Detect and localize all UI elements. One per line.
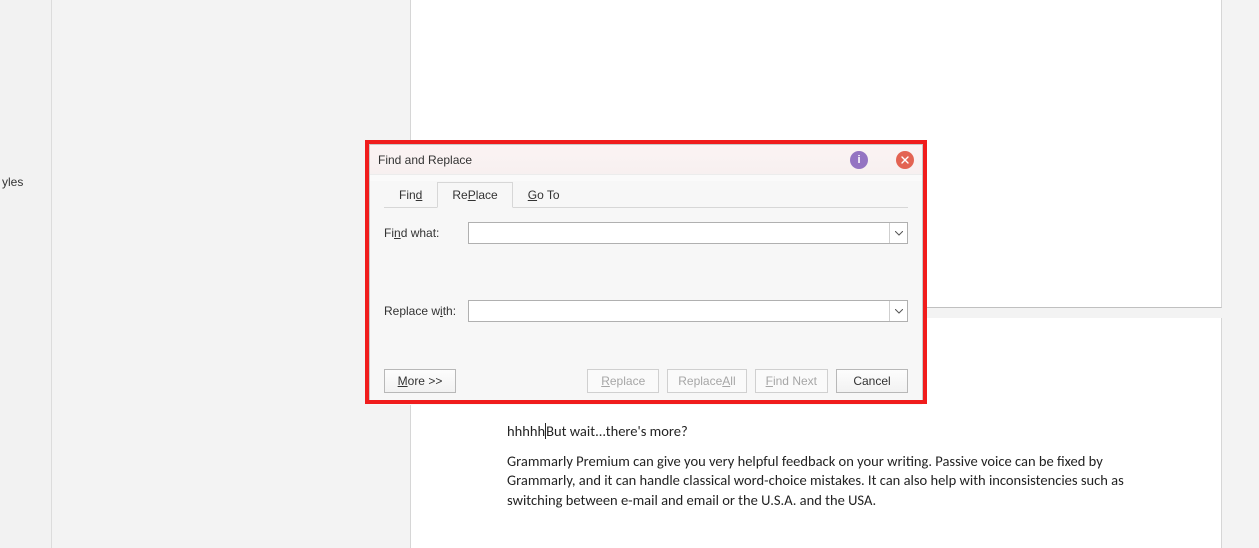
replace-with-label: Replace with: [384, 304, 468, 318]
document-paragraph-2: Grammarly Premium can give you very help… [507, 452, 1125, 511]
find-what-row: Find what: [384, 222, 908, 244]
find-what-label: Find what: [384, 226, 468, 240]
styles-panel-label: yles [2, 10, 49, 189]
dialog-title: Find and Replace [378, 153, 822, 167]
replace-with-combo [468, 300, 908, 322]
text-segment: hhhhh [507, 422, 545, 440]
document-line-1: hhhhhBut wait...there's more? [507, 422, 1125, 442]
find-what-input[interactable] [469, 223, 889, 243]
replace-with-row: Replace with: [384, 300, 908, 322]
dialog-button-row: More >> Replace Replace All Find Next Ca… [384, 369, 908, 393]
dialog-titlebar[interactable]: Find and Replace i [370, 145, 922, 175]
chevron-down-icon [895, 231, 903, 236]
cancel-button[interactable]: Cancel [836, 369, 908, 393]
help-button[interactable]: i [850, 151, 868, 169]
replace-button[interactable]: Replace [587, 369, 659, 393]
find-what-combo [468, 222, 908, 244]
find-next-button[interactable]: Find Next [755, 369, 828, 393]
close-icon [901, 156, 909, 164]
find-what-dropdown[interactable] [889, 223, 907, 243]
chevron-down-icon [895, 309, 903, 314]
info-icon: i [857, 154, 860, 166]
tab-replace[interactable]: RePlace [437, 182, 512, 208]
text-segment: But wait...there's more? [546, 422, 688, 440]
replace-with-dropdown[interactable] [889, 301, 907, 321]
dialog-body: Find RePlace Go To Find what: Replace [370, 181, 922, 405]
replace-all-button[interactable]: Replace All [667, 369, 746, 393]
find-replace-dialog: Find and Replace i Find RePlace Go To Fi… [369, 144, 923, 400]
tab-find[interactable]: Find [384, 182, 437, 208]
styles-panel: yles [0, 0, 52, 548]
tab-goto[interactable]: Go To [513, 182, 575, 208]
dialog-tabs: Find RePlace Go To [384, 181, 908, 208]
replace-with-input[interactable] [469, 301, 889, 321]
close-button[interactable] [896, 151, 914, 169]
more-button[interactable]: More >> [384, 369, 456, 393]
